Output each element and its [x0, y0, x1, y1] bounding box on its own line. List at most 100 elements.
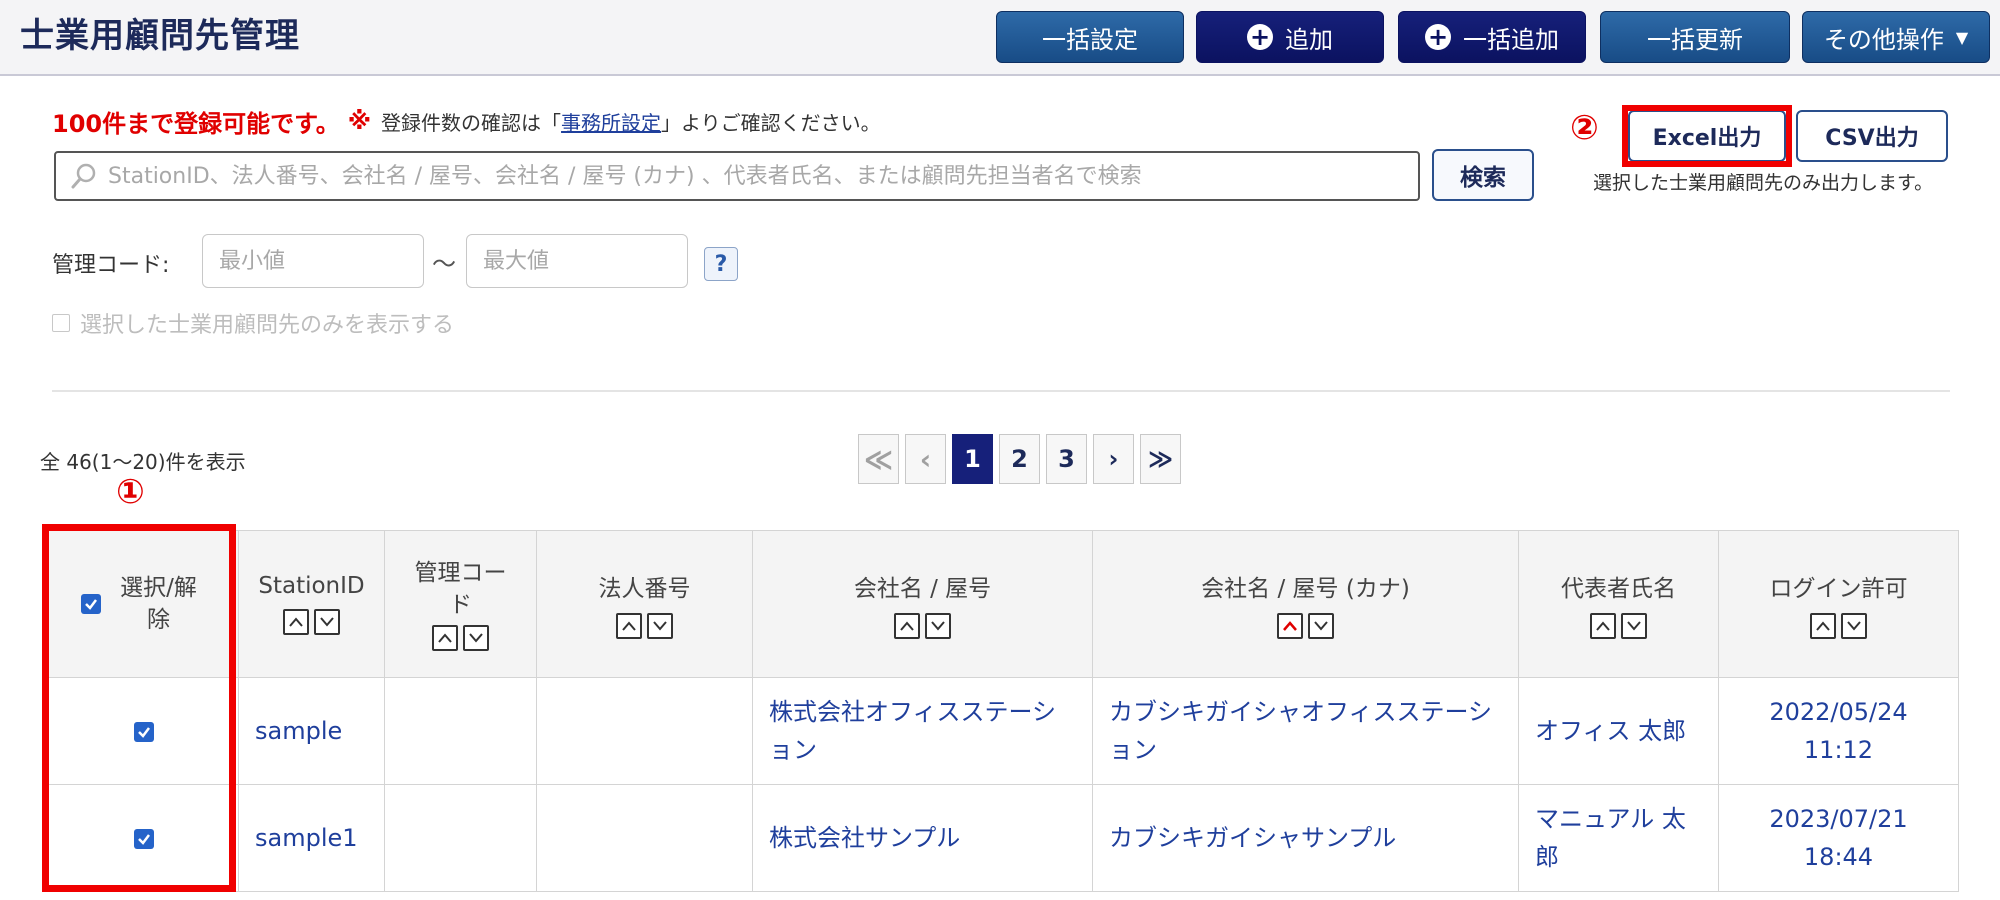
company-name-link[interactable]: 株式会社サンプル — [752, 784, 1093, 892]
company-kana-link[interactable]: カブシキガイシャサンプル — [1092, 784, 1519, 892]
mgmt-code-cell — [384, 784, 537, 892]
station-id-link[interactable]: sample — [238, 677, 385, 785]
representative-link[interactable]: マニュアル 太郎 — [1518, 784, 1719, 892]
section-divider — [52, 390, 1950, 392]
result-count: 全 46(1～20)件を表示 — [40, 450, 246, 474]
show-selected-only-checkbox[interactable]: 選択した士業用顧問先のみを表示する — [52, 307, 454, 339]
chevron-up-icon — [622, 621, 636, 631]
sort-asc-button[interactable] — [894, 613, 920, 639]
sort-desc-button[interactable] — [647, 613, 673, 639]
login-time: 18:44 — [1803, 843, 1874, 871]
export-note: 選択した士業用顧問先のみ出力します。 — [1593, 172, 1934, 194]
chevron-down-icon — [931, 621, 945, 631]
pagination: ≪ ‹ 1 2 3 › ≫ — [858, 434, 1181, 486]
add-label: 追加 — [1285, 25, 1333, 54]
login-time: 11:12 — [1803, 736, 1874, 764]
table-row: sample 株式会社オフィスステーション カブシキガイシャオフィスステーション… — [48, 677, 1959, 785]
chevron-up-icon — [289, 617, 303, 627]
sort-desc-button[interactable] — [1621, 613, 1647, 639]
page-1-button[interactable]: 1 — [952, 434, 993, 484]
col-company-kana: 会社名 / 屋号 (カナ) — [1092, 530, 1519, 678]
last-page-button[interactable]: ≫ — [1140, 434, 1181, 484]
col-company: 会社名 / 屋号 — [752, 530, 1093, 678]
first-page-button[interactable]: ≪ — [858, 434, 899, 484]
sort-desc-button[interactable] — [463, 625, 489, 651]
bulk-update-button[interactable]: 一括更新 — [1600, 11, 1790, 63]
page-2-button[interactable]: 2 — [999, 434, 1040, 484]
highlight-box-excel — [1622, 105, 1792, 167]
bulk-add-label: 一括追加 — [1463, 25, 1559, 54]
sort-asc-button[interactable] — [283, 609, 309, 635]
search-icon — [71, 163, 96, 189]
range-separator: ～ — [432, 250, 456, 278]
annotation-marker-1: ① — [116, 472, 145, 512]
chevron-up-icon — [1816, 621, 1830, 631]
chevron-down-icon — [320, 617, 334, 627]
help-icon[interactable]: ? — [704, 247, 738, 281]
sort-desc-button[interactable] — [314, 609, 340, 635]
corp-number-cell — [536, 677, 753, 785]
client-table: 選択/解除 StationID 管理コード 法人番号 会社名 / 屋号 会社名 … — [48, 530, 1959, 892]
chevron-up-icon — [900, 621, 914, 631]
company-name-link[interactable]: 株式会社オフィスステーション — [752, 677, 1093, 785]
representative-link[interactable]: オフィス 太郎 — [1518, 677, 1719, 785]
sort-desc-button[interactable] — [1308, 613, 1334, 639]
chevron-up-icon — [1283, 621, 1297, 631]
sort-asc-button[interactable] — [1590, 613, 1616, 639]
col-mgmt-code: 管理コード — [384, 530, 537, 678]
search-button[interactable]: 検索 — [1432, 149, 1534, 201]
bulk-settings-label: 一括設定 — [1042, 25, 1138, 54]
chevron-down-icon — [1847, 621, 1861, 631]
page-3-button[interactable]: 3 — [1046, 434, 1087, 484]
sort-asc-button[interactable] — [1810, 613, 1836, 639]
prev-page-button[interactable]: ‹ — [905, 434, 946, 484]
company-kana-link[interactable]: カブシキガイシャオフィスステーション — [1092, 677, 1519, 785]
sort-desc-button[interactable] — [925, 613, 951, 639]
chevron-up-icon — [1596, 621, 1610, 631]
csv-export-button[interactable]: CSV出力 — [1796, 110, 1948, 162]
bulk-add-button[interactable]: + 一括追加 — [1398, 11, 1586, 63]
login-cell: 2023/07/21 18:44 — [1718, 784, 1959, 892]
page-title: 士業用顧問先管理 — [20, 16, 300, 56]
table-row: sample1 株式会社サンプル カブシキガイシャサンプル マニュアル 太郎 2… — [48, 784, 1959, 892]
show-selected-only-label: 選択した士業用顧問先のみを表示する — [80, 313, 455, 338]
highlight-box-select-column — [42, 524, 236, 892]
notice-text-before: 登録件数の確認は「 — [381, 110, 562, 135]
chevron-down-icon — [1314, 621, 1328, 631]
col-corp-number-label: 法人番号 — [598, 576, 691, 602]
col-login: ログイン許可 — [1718, 530, 1959, 678]
chevron-down-icon — [469, 633, 483, 643]
sort-asc-button[interactable] — [616, 613, 642, 639]
mgmt-code-min-input[interactable] — [202, 234, 424, 288]
sort-asc-button-active[interactable] — [1277, 613, 1303, 639]
col-company-label: 会社名 / 屋号 — [853, 576, 992, 602]
corp-number-cell — [536, 784, 753, 892]
login-cell: 2022/05/24 11:12 — [1718, 677, 1959, 785]
mgmt-code-max-input[interactable] — [466, 234, 688, 288]
bulk-settings-button[interactable]: 一括設定 — [996, 11, 1184, 63]
col-representative: 代表者氏名 — [1518, 530, 1719, 678]
chevron-up-icon — [438, 633, 452, 643]
next-page-button[interactable]: › — [1093, 434, 1134, 484]
col-corp-number: 法人番号 — [536, 530, 753, 678]
chevron-down-icon — [1627, 621, 1641, 631]
sort-asc-button[interactable] — [432, 625, 458, 651]
col-login-label: ログイン許可 — [1769, 576, 1908, 602]
sort-desc-button[interactable] — [1841, 613, 1867, 639]
notice-text-after: 」よりご確認ください。 — [661, 110, 881, 135]
station-id-link[interactable]: sample1 — [238, 784, 385, 892]
bulk-update-label: 一括更新 — [1647, 25, 1743, 54]
col-representative-label: 代表者氏名 — [1561, 576, 1676, 602]
col-company-kana-label: 会社名 / 屋号 (カナ) — [1201, 576, 1410, 602]
checkbox-empty-icon — [52, 314, 70, 332]
other-actions-dropdown[interactable]: その他操作 ▼ — [1802, 11, 1990, 63]
search-input[interactable] — [106, 155, 1410, 197]
mgmt-code-cell — [384, 677, 537, 785]
limit-text: 100件まで登録可能です。 — [52, 109, 340, 138]
login-date: 2023/07/21 — [1769, 805, 1908, 833]
col-mgmt-code-label: 管理コード — [414, 560, 507, 618]
office-settings-link[interactable]: 事務所設定 — [561, 107, 661, 136]
col-station-id-label: StationID — [258, 573, 365, 599]
table-header-row: 選択/解除 StationID 管理コード 法人番号 会社名 / 屋号 会社名 … — [48, 530, 1959, 678]
add-button[interactable]: + 追加 — [1196, 11, 1384, 63]
